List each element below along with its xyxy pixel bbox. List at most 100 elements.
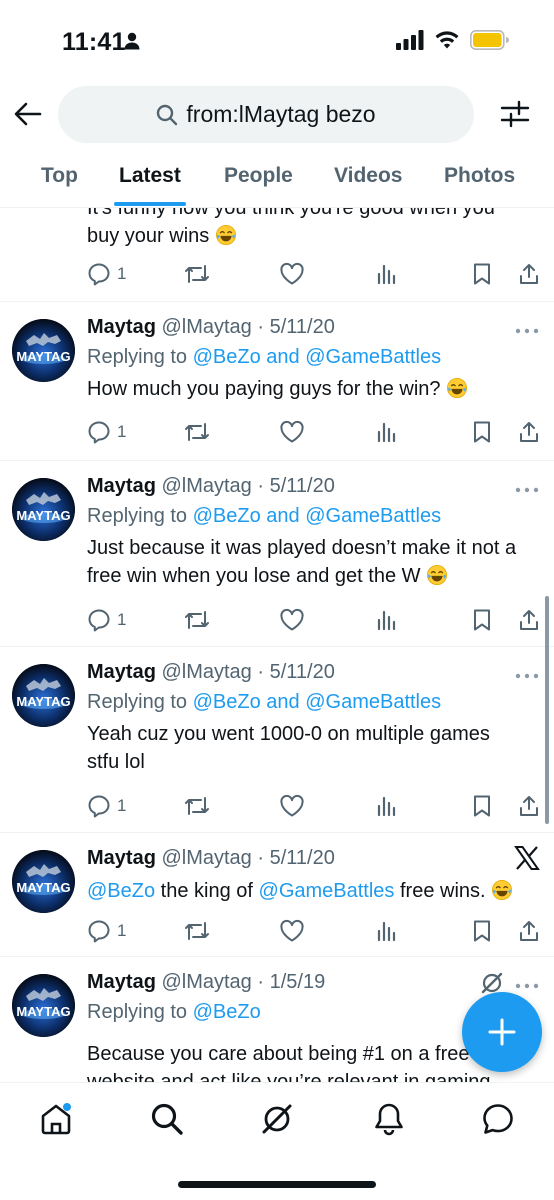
reply-button[interactable]: 1 (87, 917, 126, 945)
reply-button[interactable]: 1 (87, 418, 126, 446)
scrollbar[interactable] (545, 596, 549, 824)
more-options-icon[interactable] (514, 671, 540, 681)
author-name[interactable]: Maytag (87, 475, 156, 497)
views-button[interactable] (375, 418, 399, 446)
author-name[interactable]: Maytag (87, 316, 156, 338)
separator: · (251, 971, 270, 993)
share-icon (520, 264, 538, 284)
tab-latest[interactable]: Latest (119, 164, 181, 188)
share-button[interactable] (517, 917, 541, 945)
like-button[interactable] (279, 792, 305, 820)
replying-to-link[interactable]: @BeZo (193, 1001, 261, 1023)
share-icon (520, 422, 538, 442)
replying-to: Replying to @BeZo and @GameBattles (87, 346, 442, 368)
tab-top[interactable]: Top (41, 164, 78, 188)
views-button[interactable] (375, 917, 399, 945)
more-options-icon[interactable] (514, 485, 540, 495)
retweet-button[interactable] (183, 606, 211, 634)
retweet-button[interactable] (183, 418, 211, 446)
tweet-date[interactable]: 5/11/20 (270, 475, 335, 497)
tweet[interactable]: It's funny how you think you're good whe… (0, 208, 554, 302)
search-settings-button[interactable] (498, 97, 532, 131)
like-button[interactable] (279, 917, 305, 945)
views-button[interactable] (375, 606, 399, 634)
like-button[interactable] (279, 418, 305, 446)
more-options-icon[interactable] (514, 326, 540, 336)
reply-button[interactable]: 1 (87, 260, 126, 288)
reply-count: 1 (117, 796, 127, 815)
nav-notifications[interactable] (369, 1099, 409, 1139)
bookmark-button[interactable] (471, 792, 493, 820)
share-button[interactable] (517, 606, 541, 634)
tweet[interactable]: MAYTAG Maytag @lMaytag · 5/11/20 Replyin… (0, 647, 554, 833)
tweet-date[interactable]: 1/5/19 (270, 971, 326, 993)
search-input[interactable]: from:lMaytag bezo (58, 86, 474, 143)
avatar[interactable]: MAYTAG (12, 478, 75, 541)
bookmark-button[interactable] (471, 260, 493, 288)
share-button[interactable] (517, 260, 541, 288)
author-name[interactable]: Maytag (87, 847, 156, 869)
author-name[interactable]: Maytag (87, 971, 156, 993)
tweet[interactable]: MAYTAG Maytag @lMaytag · 5/11/20 Replyin… (0, 461, 554, 647)
like-button[interactable] (279, 260, 305, 288)
tweet-feed[interactable]: It's funny how you think you're good whe… (0, 208, 554, 1082)
reply-button[interactable]: 1 (87, 606, 126, 634)
reply-button[interactable]: 1 (87, 792, 126, 820)
retweet-icon (185, 797, 209, 815)
compose-button[interactable] (462, 992, 542, 1072)
tweet-header: Maytag @lMaytag · 5/11/20 (87, 316, 335, 339)
more-options-icon[interactable] (514, 981, 540, 991)
bookmark-button[interactable] (471, 917, 493, 945)
bookmark-icon (474, 920, 490, 942)
share-button[interactable] (517, 418, 541, 446)
tab-people[interactable]: People (224, 164, 293, 188)
author-handle[interactable]: @lMaytag (161, 661, 251, 683)
tab-photos[interactable]: Photos (444, 164, 515, 188)
replying-to-link[interactable]: @BeZo and @GameBattles (193, 691, 442, 713)
retweet-button[interactable] (183, 917, 211, 945)
notifications-icon (375, 1103, 403, 1136)
nav-messages[interactable] (478, 1099, 518, 1139)
reply-icon (88, 421, 110, 444)
back-button[interactable] (10, 96, 46, 132)
nav-home[interactable] (36, 1099, 76, 1139)
views-button[interactable] (375, 260, 399, 288)
tweet[interactable]: MAYTAG Maytag @lMaytag · 5/11/20 @BeZo t… (0, 833, 554, 957)
author-name[interactable]: Maytag (87, 661, 156, 683)
heart-icon (280, 262, 304, 285)
like-button[interactable] (279, 606, 305, 634)
avatar[interactable]: MAYTAG (12, 974, 75, 1037)
retweet-button[interactable] (183, 792, 211, 820)
analytics-icon (377, 610, 396, 631)
bookmark-button[interactable] (471, 418, 493, 446)
nav-explore[interactable] (147, 1099, 187, 1139)
tweet[interactable]: MAYTAG Maytag @lMaytag · 5/11/20 Replyin… (0, 302, 554, 461)
bookmark-button[interactable] (471, 606, 493, 634)
author-handle[interactable]: @lMaytag (161, 847, 251, 869)
tweet-date[interactable]: 5/11/20 (270, 316, 335, 338)
laughing-emoji-icon (426, 565, 448, 587)
tweet-date[interactable]: 5/11/20 (270, 847, 335, 869)
mention-link[interactable]: @BeZo (87, 880, 155, 902)
nav-grok[interactable] (257, 1099, 297, 1139)
mention-link[interactable]: @GameBattles (259, 880, 395, 902)
views-button[interactable] (375, 792, 399, 820)
tab-videos[interactable]: Videos (334, 164, 402, 188)
replying-to-link[interactable]: @BeZo and @GameBattles (193, 505, 442, 527)
author-handle[interactable]: @lMaytag (161, 475, 251, 497)
avatar-logo-text: MAYTAG (16, 1004, 70, 1019)
avatar[interactable]: MAYTAG (12, 850, 75, 913)
cellular-signal-icon (396, 30, 424, 55)
tweet-actions: 1 (87, 917, 542, 945)
replying-to: Replying to @BeZo and @GameBattles (87, 691, 442, 713)
replying-to-link[interactable]: @BeZo and @GameBattles (193, 346, 442, 368)
tweet-date[interactable]: 5/11/20 (270, 661, 335, 683)
retweet-button[interactable] (183, 260, 211, 288)
author-handle[interactable]: @lMaytag (161, 316, 251, 338)
tweet-header: Maytag @lMaytag · 1/5/19 (87, 971, 325, 994)
share-button[interactable] (517, 792, 541, 820)
author-handle[interactable]: @lMaytag (161, 971, 251, 993)
tweet-text: How much you paying guys for the win? (87, 375, 542, 403)
avatar[interactable]: MAYTAG (12, 664, 75, 727)
avatar[interactable]: MAYTAG (12, 319, 75, 382)
